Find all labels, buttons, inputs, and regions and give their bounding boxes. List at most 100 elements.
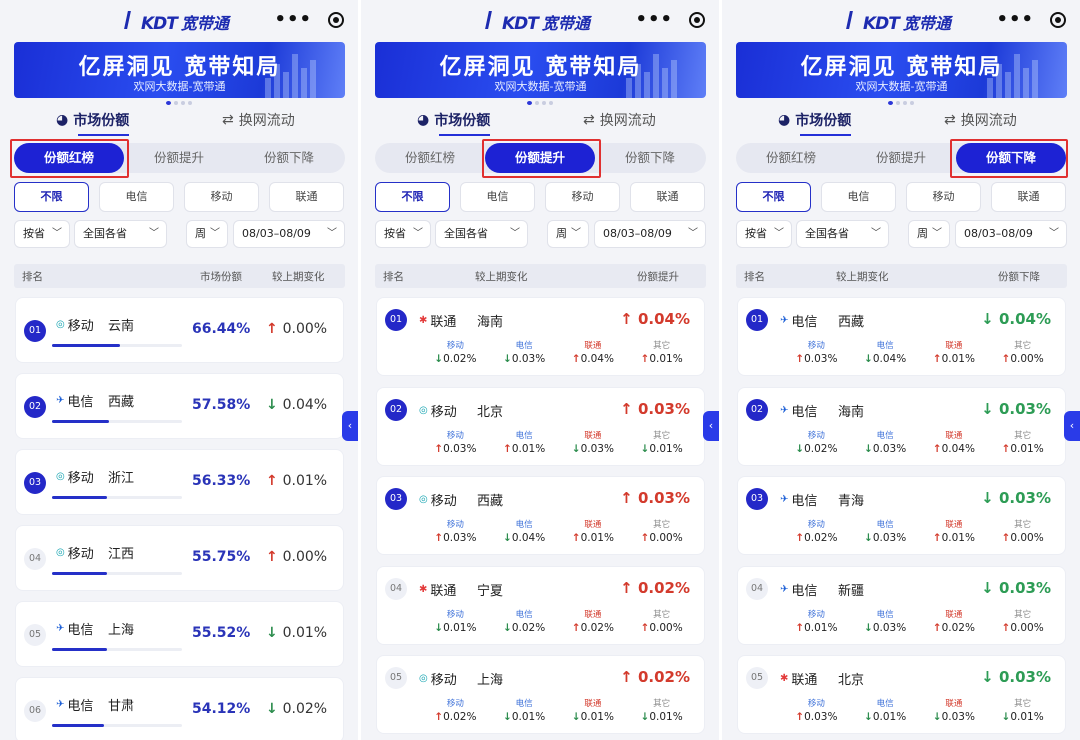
breakdown-number: 0.01% bbox=[804, 621, 838, 634]
side-drawer-toggle[interactable]: ‹ bbox=[1064, 411, 1080, 441]
breakdown-cell: 联通 ↑0.01% bbox=[920, 518, 989, 544]
select-value: 按省 bbox=[384, 227, 406, 240]
pager-dot-active bbox=[888, 101, 893, 105]
tab-market-share[interactable]: ◕ 市场份额 bbox=[56, 110, 130, 136]
region-select[interactable]: 全国各省 ﹀ bbox=[796, 220, 889, 248]
arrow-down-icon: ↓ bbox=[503, 621, 512, 634]
pager-dot-active bbox=[527, 101, 532, 105]
date-range-select[interactable]: 08/03–08/09 ﹀ bbox=[594, 220, 706, 248]
ranking-card[interactable]: 03 ◎ 移动 浙江 56.33% ↑ 0.01% bbox=[15, 449, 344, 515]
close-miniprogram-icon[interactable] bbox=[1050, 12, 1066, 28]
breakdown-label: 移动 bbox=[446, 609, 464, 620]
ranking-card[interactable]: 05 ✈ 电信 上海 55.52% ↓ 0.01% bbox=[15, 601, 344, 667]
operator-chip[interactable]: 联通 bbox=[991, 182, 1066, 212]
breakdown-number: 0.04% bbox=[511, 532, 546, 544]
promo-banner[interactable]: 亿屏洞见 宽带知局 欢网大数据-宽带通 bbox=[736, 42, 1067, 98]
ranking-card[interactable]: 01 ✈ 电信 西藏 ↓ 0.04% 移动 ↑0.03% 电信 ↓0.04% 联通 ↑0.01% 其它… bbox=[737, 297, 1066, 376]
operator-chip[interactable]: 移动 bbox=[545, 182, 620, 212]
segment-share-drop[interactable]: 份额下降 bbox=[595, 143, 705, 173]
arrow-up-icon: ↑ bbox=[266, 549, 283, 565]
operator-chip[interactable]: 移动 bbox=[184, 182, 259, 212]
scope-select[interactable]: 按省 ﹀ bbox=[14, 220, 70, 248]
share-change: ↑ 0.02% bbox=[620, 579, 690, 597]
region-select[interactable]: 全国各省 ﹀ bbox=[435, 220, 528, 248]
operator-chip[interactable]: 联通 bbox=[269, 182, 344, 212]
ranking-card[interactable]: 02 ✈ 电信 西藏 57.58% ↓ 0.04% bbox=[15, 373, 344, 439]
ranking-card[interactable]: 04 ✈ 电信 新疆 ↓ 0.03% 移动 ↑0.01% 电信 ↓0.03% 联通 ↑0.02% 其它… bbox=[737, 565, 1066, 645]
change-value: 0.01% bbox=[282, 473, 328, 489]
segment-share-top[interactable]: 份额红榜 bbox=[375, 143, 485, 173]
ranking-card[interactable]: 06 ✈ 电信 甘肃 54.12% ↓ 0.02% bbox=[15, 677, 344, 740]
promo-banner[interactable]: 亿屏洞见 宽带知局 欢网大数据-宽带通 bbox=[375, 42, 706, 98]
operator-chip[interactable]: 电信 bbox=[821, 182, 896, 212]
side-drawer-toggle[interactable]: ‹ bbox=[342, 411, 358, 441]
close-miniprogram-icon[interactable] bbox=[328, 12, 344, 28]
china-unicom-icon: ✱ bbox=[780, 673, 789, 684]
ranking-card[interactable]: 01 ✱ 联通 海南 ↑ 0.04% 移动 ↓0.02% 电信 ↓0.03% 联通 ↑0.04% 其它… bbox=[376, 297, 705, 376]
period-select[interactable]: 周 ﹀ bbox=[547, 220, 589, 248]
side-drawer-toggle[interactable]: ‹ bbox=[703, 411, 719, 441]
ranking-card[interactable]: 05 ✱ 联通 北京 ↓ 0.03% 移动 ↑0.03% 电信 ↓0.01% 联通 ↓0.03% 其它… bbox=[737, 655, 1066, 734]
tab-market-share[interactable]: ◕ 市场份额 bbox=[778, 110, 852, 136]
date-range-select[interactable]: 08/03–08/09 ﹀ bbox=[233, 220, 345, 248]
change-value: 0.03% bbox=[998, 668, 1051, 686]
ranking-card[interactable]: 04 ✱ 联通 宁夏 ↑ 0.02% 移动 ↓0.01% 电信 ↓0.02% 联通 ↑0.02% 其它… bbox=[376, 565, 705, 645]
breakdown-number: 0.01% bbox=[872, 711, 907, 723]
breakdown-value: ↑0.01% bbox=[988, 443, 1057, 455]
app-logo: KDT 宽带通 bbox=[124, 10, 229, 34]
arrow-down-icon: ↓ bbox=[981, 578, 999, 597]
breakdown-number: 0.01% bbox=[580, 711, 614, 723]
breakdown-number: 0.01% bbox=[649, 711, 683, 723]
share-change: ↑ 0.01% bbox=[266, 473, 327, 489]
segment-share-rise[interactable]: 份额提升 bbox=[846, 143, 956, 173]
arrow-up-icon: ↑ bbox=[266, 473, 283, 489]
chevron-down-icon: ﹀ bbox=[774, 228, 784, 239]
scope-select[interactable]: 按省 ﹀ bbox=[736, 220, 792, 248]
region-select[interactable]: 全国各省 ﹀ bbox=[74, 220, 167, 248]
ranking-card[interactable]: 01 ◎ 移动 云南 66.44% ↑ 0.00% bbox=[15, 297, 344, 363]
operator-chip[interactable]: 不限 bbox=[14, 182, 89, 212]
scope-select[interactable]: 按省 ﹀ bbox=[375, 220, 431, 248]
arrow-down-icon: ↓ bbox=[266, 625, 283, 641]
date-range-select[interactable]: 08/03–08/09 ﹀ bbox=[955, 220, 1067, 248]
close-miniprogram-icon[interactable] bbox=[689, 12, 705, 28]
share-progress-fill bbox=[52, 648, 107, 651]
segment-share-rise[interactable]: 份额提升 bbox=[124, 143, 234, 173]
ranking-card[interactable]: 02 ✈ 电信 海南 ↓ 0.03% 移动 ↓0.02% 电信 ↓0.03% 联通 ↑0.04% 其它… bbox=[737, 386, 1066, 466]
breakdown-number: 0.03% bbox=[443, 442, 477, 455]
share-change: ↑ 0.03% bbox=[620, 489, 690, 507]
more-menu-icon[interactable]: ••• bbox=[274, 11, 312, 29]
operator-chip[interactable]: 电信 bbox=[99, 182, 174, 212]
period-select[interactable]: 周 ﹀ bbox=[186, 220, 228, 248]
ranking-card[interactable]: 03 ◎ 移动 西藏 ↑ 0.03% 移动 ↑0.03% 电信 ↓0.04% 联通 ↑0.01% 其它… bbox=[376, 476, 705, 555]
change-value: 0.03% bbox=[637, 489, 690, 507]
ranking-card[interactable]: 05 ◎ 移动 上海 ↑ 0.02% 移动 ↑0.02% 电信 ↓0.01% 联通 ↓0.01% 其它… bbox=[376, 655, 705, 734]
ranking-card[interactable]: 04 ◎ 移动 江西 55.75% ↑ 0.00% bbox=[15, 525, 344, 591]
tab-network-switch[interactable]: ⇄ 换网流动 bbox=[222, 110, 295, 130]
period-select[interactable]: 周 ﹀ bbox=[908, 220, 950, 248]
ranking-card[interactable]: 02 ◎ 移动 北京 ↑ 0.03% 移动 ↑0.03% 电信 ↑0.01% 联通 ↓0.03% 其它… bbox=[376, 386, 705, 466]
select-value: 按省 bbox=[23, 227, 45, 240]
header-share-move: 份额提升 bbox=[637, 271, 679, 283]
breakdown-cell: 其它 ↓0.01% bbox=[627, 697, 696, 723]
arrow-up-icon: ↑ bbox=[795, 621, 805, 634]
operator-chip[interactable]: 不限 bbox=[375, 182, 450, 212]
segment-share-drop[interactable]: 份额下降 bbox=[234, 143, 344, 173]
province-name: 西藏 bbox=[838, 315, 865, 330]
operator-chip[interactable]: 电信 bbox=[460, 182, 535, 212]
operator-name: 移动 bbox=[67, 547, 94, 562]
more-menu-icon[interactable]: ••• bbox=[996, 11, 1034, 29]
ranking-card[interactable]: 03 ✈ 电信 青海 ↓ 0.03% 移动 ↑0.02% 电信 ↓0.03% 联通 ↑0.01% 其它… bbox=[737, 476, 1066, 555]
top-bar: KDT 宽带通 ••• bbox=[722, 6, 1080, 40]
operator-chip[interactable]: 移动 bbox=[906, 182, 981, 212]
tab-network-switch[interactable]: ⇄ 换网流动 bbox=[944, 110, 1017, 130]
more-menu-icon[interactable]: ••• bbox=[635, 11, 673, 29]
operator-chip[interactable]: 联通 bbox=[630, 182, 705, 212]
tab-network-switch[interactable]: ⇄ 换网流动 bbox=[583, 110, 656, 130]
operator-chip[interactable]: 不限 bbox=[736, 182, 811, 212]
promo-banner[interactable]: 亿屏洞见 宽带知局 欢网大数据-宽带通 bbox=[14, 42, 345, 98]
tab-market-share[interactable]: ◕ 市场份额 bbox=[417, 110, 491, 136]
select-value: 全国各省 bbox=[805, 227, 849, 240]
breakdown-label: 移动 bbox=[807, 341, 825, 351]
segment-share-top[interactable]: 份额红榜 bbox=[736, 143, 846, 173]
